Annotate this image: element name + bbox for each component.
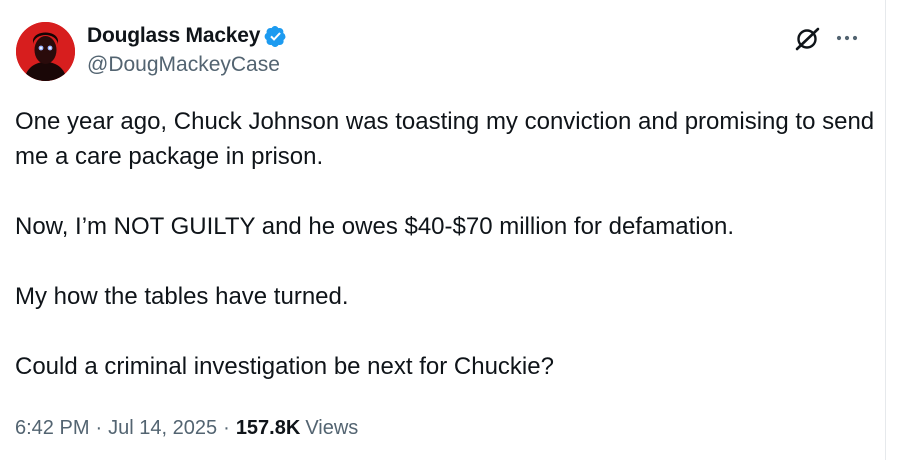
tweet-paragraph: Now, I’m NOT GUILTY and he owes $40-$70 … — [15, 213, 735, 240]
more-options-icon — [836, 35, 858, 41]
verified-badge-icon[interactable] — [264, 25, 287, 48]
avatar[interactable] — [16, 22, 75, 81]
tweet: Douglass Mackey @DougMackeyCase One year… — [0, 0, 886, 460]
tweet-paragraph: One year ago, Chuck Johnson was toasting… — [15, 108, 875, 170]
tweet-paragraph: My how the tables have turned. — [15, 283, 349, 310]
meta-separator: · — [223, 417, 230, 439]
tweet-date[interactable]: Jul 14, 2025 — [108, 417, 217, 440]
name-row: Douglass Mackey — [87, 22, 287, 50]
tweet-paragraph: Could a criminal investigation be next f… — [15, 353, 554, 380]
handle[interactable]: @DougMackeyCase — [87, 53, 287, 77]
tweet-time[interactable]: 6:42 PM — [15, 417, 89, 440]
display-name[interactable]: Douglass Mackey — [87, 24, 260, 48]
tweet-text: One year ago, Chuck Johnson was toasting… — [15, 104, 875, 384]
grok-button[interactable] — [793, 27, 823, 51]
more-options-button[interactable] — [834, 28, 860, 48]
tweet-meta: 6:42 PM · Jul 14, 2025 · 157.8K Views — [15, 417, 358, 440]
grok-icon — [795, 27, 820, 51]
meta-separator: · — [95, 417, 103, 439]
author-block: Douglass Mackey @DougMackeyCase — [87, 22, 287, 77]
views-label: Views — [305, 417, 359, 439]
views-count[interactable]: 157.8K — [236, 417, 301, 440]
avatar-image — [16, 22, 75, 81]
